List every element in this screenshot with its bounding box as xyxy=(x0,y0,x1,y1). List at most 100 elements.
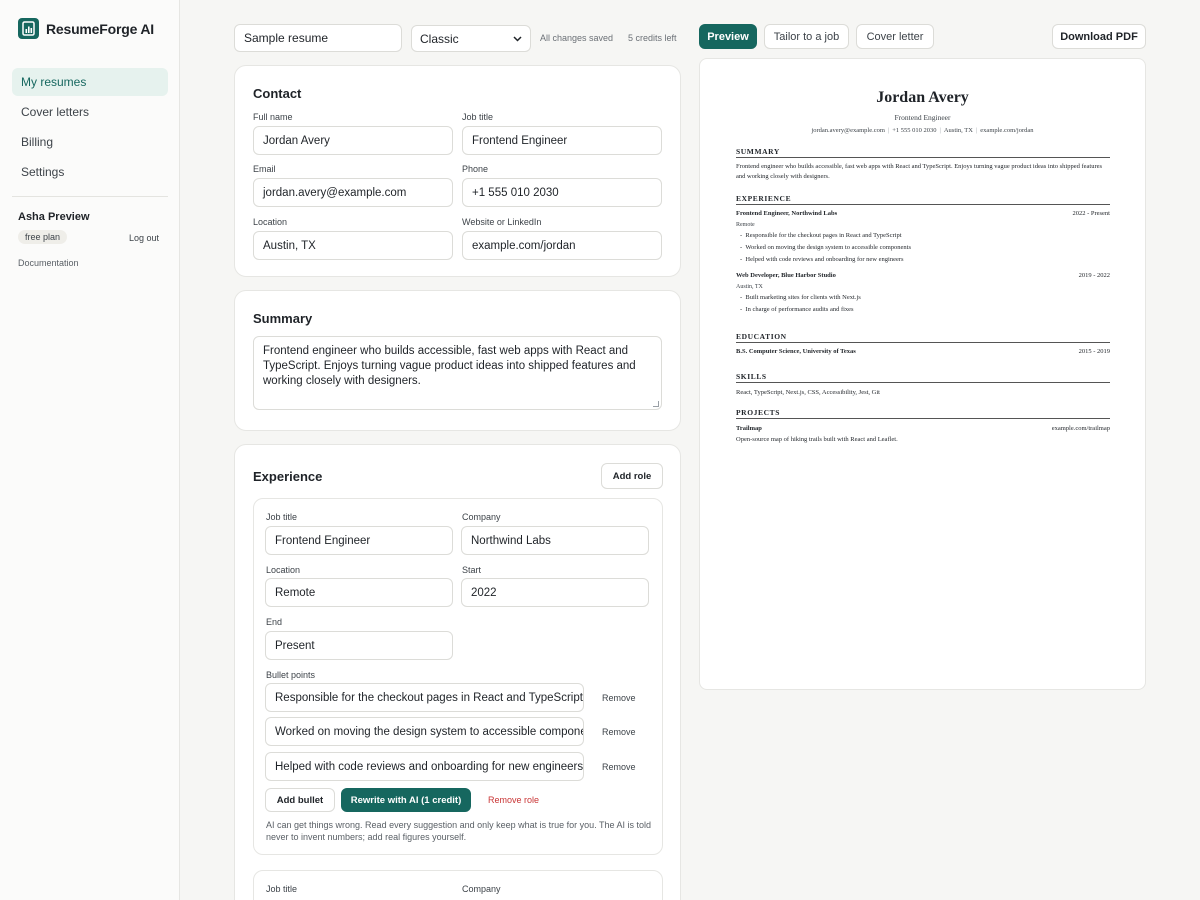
user-name: Asha Preview xyxy=(18,211,90,223)
job-title-label: Job title xyxy=(462,112,494,122)
role-company-input[interactable]: Northwind Labs xyxy=(461,526,649,555)
preview-education: B.S. Computer Science, University of Tex… xyxy=(736,348,1110,355)
website-input[interactable]: example.com/jordan xyxy=(462,231,662,260)
preview-job-2-bullet-1: - Built marketing sites for clients with… xyxy=(740,294,861,301)
preview-project-url: example.com/trailmap xyxy=(1051,425,1110,432)
remove-bullet-1-button[interactable]: Remove xyxy=(602,693,636,703)
template-select-value: Classic xyxy=(420,31,459,46)
sidebar-item-settings[interactable]: Settings xyxy=(12,158,168,186)
full-name-input[interactable]: Jordan Avery xyxy=(253,126,453,155)
preview-job-2-title: Web Developer, Blue Harbor Studio xyxy=(736,272,836,279)
preview-job-2-dates: 2019 - 2022 xyxy=(1078,272,1110,279)
preview-education-heading: EDUCATION xyxy=(736,332,1110,343)
experience-card: Experience Add role Job title Frontend E… xyxy=(234,444,681,900)
bullet-input-3[interactable]: Helped with code reviews and onboarding … xyxy=(265,752,584,781)
preview-website: example.com/jordan xyxy=(980,127,1034,134)
preview-education-dates: 2015 - 2019 xyxy=(1078,348,1110,355)
preview-summary-heading: SUMMARY xyxy=(736,147,1110,158)
role-location-input[interactable]: Remote xyxy=(265,578,453,607)
resume-name-input[interactable]: Sample resume xyxy=(234,24,402,52)
job-title-input[interactable]: Frontend Engineer xyxy=(462,126,662,155)
role2-job-title-label: Job title xyxy=(266,884,298,894)
remove-bullet-2-button[interactable]: Remove xyxy=(602,727,636,737)
chevron-down-icon xyxy=(513,35,522,42)
summary-text: Frontend engineer who builds accessible,… xyxy=(263,345,636,387)
role-end-input[interactable]: Present xyxy=(265,631,453,660)
role-start-label: Start xyxy=(462,565,482,575)
sidebar-item-cover-letters[interactable]: Cover letters xyxy=(12,98,168,126)
role-job-title-input[interactable]: Frontend Engineer xyxy=(265,526,453,555)
documentation-link[interactable]: Documentation xyxy=(18,258,79,268)
email-label: Email xyxy=(253,164,276,174)
preview-job-1-bullet-2: - Worked on moving the design system to … xyxy=(740,244,911,251)
preview-project: Trailmap example.com/trailmap xyxy=(736,425,1110,432)
summary-textarea[interactable]: Frontend engineer who builds accessible,… xyxy=(253,336,662,410)
rewrite-with-ai-button[interactable]: Rewrite with AI (1 credit) xyxy=(341,788,471,812)
resume-preview: Jordan Avery Frontend Engineer jordan.av… xyxy=(699,58,1146,690)
template-select[interactable]: Classic xyxy=(411,25,531,52)
preview-job-2-location: Austin, TX xyxy=(736,284,763,290)
preview-name: Jordan Avery xyxy=(876,89,969,106)
ai-disclaimer: AI can get things wrong. Read every sugg… xyxy=(266,820,652,842)
preview-experience-heading: EXPERIENCE xyxy=(736,194,1110,205)
preview-contact: jordan.avery@example.com | +1 555 010 2030… xyxy=(811,127,1034,134)
phone-label: Phone xyxy=(462,164,489,174)
role-location-label: Location xyxy=(266,565,301,575)
location-input[interactable]: Austin, TX xyxy=(253,231,453,260)
add-role-button[interactable]: Add role xyxy=(601,463,663,489)
brand[interactable]: ResumeForge AI xyxy=(18,18,154,39)
role-company-label: Company xyxy=(462,512,501,522)
cover-letter-button[interactable]: Cover letter xyxy=(856,24,934,49)
sidebar-item-my-resumes[interactable]: My resumes xyxy=(12,68,168,96)
website-label: Website or LinkedIn xyxy=(462,217,542,227)
sidebar-divider xyxy=(12,196,168,197)
preview-job-2-bullet-2: - In charge of performance audits and fi… xyxy=(740,306,854,313)
logout-link[interactable]: Log out xyxy=(129,233,159,243)
summary-card: Summary Frontend engineer who builds acc… xyxy=(234,290,681,431)
preview-job-2-header: Web Developer, Blue Harbor Studio 2019 -… xyxy=(736,272,1110,279)
remove-bullet-3-button[interactable]: Remove xyxy=(602,762,636,772)
preview-job-1-title: Frontend Engineer, Northwind Labs xyxy=(736,210,838,217)
preview-project-name: Trailmap xyxy=(736,425,762,432)
preview-projects-heading: PROJECTS xyxy=(736,408,1110,419)
bullet-points-label: Bullet points xyxy=(266,670,316,680)
preview-job-1-location: Remote xyxy=(736,222,755,228)
role2-company-label: Company xyxy=(462,884,501,894)
brand-name: ResumeForge AI xyxy=(46,20,154,37)
preview-job-1-dates: 2022 - Present xyxy=(1072,210,1110,217)
plan-badge: free plan xyxy=(18,230,68,244)
role-card-2: Job title Company xyxy=(253,870,663,900)
experience-title: Experience xyxy=(253,469,323,484)
contact-card: Contact Full name Jordan Avery Job title… xyxy=(234,65,681,277)
preview-button[interactable]: Preview xyxy=(699,24,757,49)
bullet-input-2[interactable]: Worked on moving the design system to ac… xyxy=(265,717,584,746)
email-input[interactable]: jordan.avery@example.com xyxy=(253,178,453,207)
resize-handle-icon[interactable] xyxy=(653,401,659,407)
add-bullet-button[interactable]: Add bullet xyxy=(265,788,335,812)
sidebar-nav: My resumes Cover letters Billing Setting… xyxy=(12,68,168,188)
preview-phone: +1 555 010 2030 xyxy=(892,127,937,134)
location-label: Location xyxy=(253,217,288,227)
preview-degree: B.S. Computer Science, University of Tex… xyxy=(736,348,856,355)
role-end-label: End xyxy=(266,617,283,627)
preview-skills-heading: SKILLS xyxy=(736,372,1110,383)
role-job-title-label: Job title xyxy=(266,512,298,522)
summary-title: Summary xyxy=(253,311,313,326)
preview-location: Austin, TX xyxy=(943,127,973,134)
preview-job-1-bullet-1: - Responsible for the checkout pages in … xyxy=(740,232,902,239)
bullet-input-1[interactable]: Responsible for the checkout pages in Re… xyxy=(265,683,584,712)
sidebar-item-billing[interactable]: Billing xyxy=(12,128,168,156)
preview-email: jordan.avery@example.com xyxy=(811,127,885,134)
tailor-to-job-button[interactable]: Tailor to a job xyxy=(764,24,849,49)
phone-input[interactable]: +1 555 010 2030 xyxy=(462,178,662,207)
download-pdf-button[interactable]: Download PDF xyxy=(1052,24,1146,49)
preview-summary: Frontend engineer who builds accessible,… xyxy=(736,163,1103,180)
role-card: Job title Frontend Engineer Company Nort… xyxy=(253,498,663,855)
preview-skills: React, TypeScript, Next.js, CSS, Accessi… xyxy=(736,389,880,396)
saved-status: All changes saved xyxy=(540,33,614,43)
logo-icon xyxy=(18,18,39,39)
role-start-input[interactable]: 2022 xyxy=(461,578,649,607)
contact-title: Contact xyxy=(253,86,302,101)
remove-role-button[interactable]: Remove role xyxy=(488,795,539,805)
credits-left: 5 credits left xyxy=(628,33,677,43)
